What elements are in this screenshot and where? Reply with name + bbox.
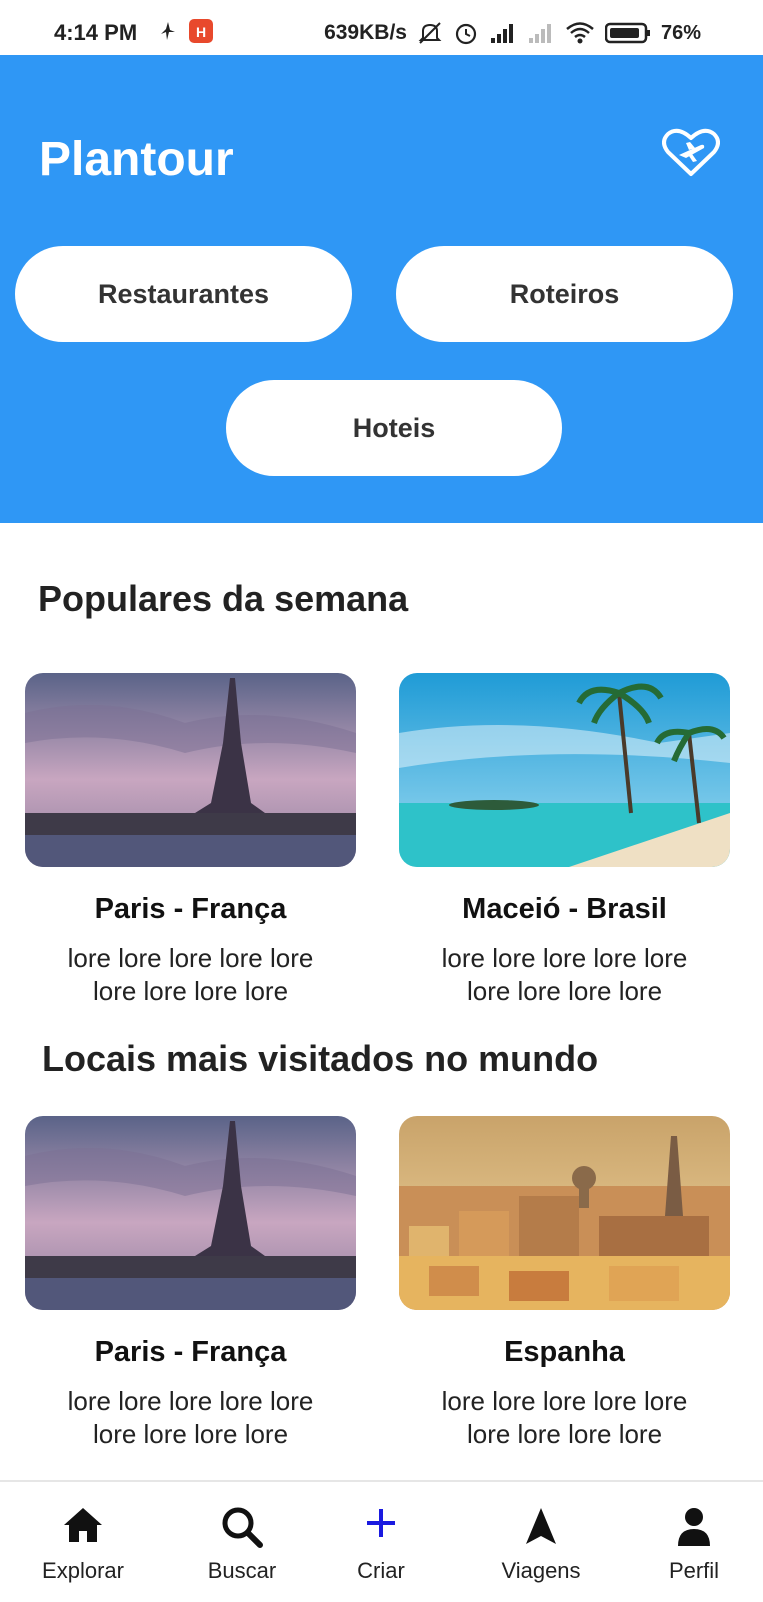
category-restaurantes-button[interactable]: Restaurantes (15, 246, 352, 342)
status-time: 4:14 PM (54, 20, 138, 45)
nav-perfil[interactable]: Perfil (629, 1482, 759, 1602)
category-hoteis-button[interactable]: Hoteis (226, 380, 562, 476)
nav-label: Explorar (42, 1558, 124, 1583)
place-description: lore lore lore lore lore lore lore lore … (441, 1386, 688, 1449)
place-card[interactable]: Espanha lore lore lore lore lore lore lo… (399, 1116, 730, 1451)
place-title: Paris - França (94, 893, 287, 925)
mute-icon (418, 22, 442, 44)
battery-icon (604, 22, 650, 44)
header: Plantour Restaurantes Roteiros Hoteis (0, 55, 763, 523)
spanish-city-photo (399, 1116, 730, 1310)
navigation-arrow-icon (526, 1508, 556, 1544)
nav-label: Buscar (207, 1558, 277, 1583)
nav-label: Viagens (501, 1558, 581, 1583)
place-title: Maceió - Brasil (462, 893, 667, 925)
nav-buscar[interactable]: Buscar (177, 1482, 307, 1602)
svg-text:H: H (196, 24, 206, 40)
place-card[interactable]: Paris - França lore lore lore lore lore … (25, 673, 356, 1008)
bird-notification-icon (161, 22, 175, 40)
nav-criar[interactable]: Criar (316, 1482, 446, 1602)
search-icon (222, 1507, 263, 1548)
category-roteiros-button[interactable]: Roteiros (396, 246, 733, 342)
nav-viagens[interactable]: Viagens (476, 1482, 606, 1602)
home-icon (64, 1508, 102, 1542)
most-visited-section-title: Locais mais visitados no mundo (42, 1038, 599, 1079)
place-description: lore lore lore lore lore lore lore lore … (67, 1386, 314, 1449)
place-card[interactable]: Paris - França lore lore lore lore lore … (25, 1116, 356, 1451)
network-speed: 639KB/s (324, 21, 407, 44)
plus-icon (367, 1509, 395, 1537)
signal-empty-icon (528, 24, 551, 43)
beach-palm-photo (399, 673, 730, 867)
alarm-icon (455, 23, 477, 45)
place-title: Paris - França (94, 1336, 287, 1368)
place-title: Espanha (504, 1336, 625, 1368)
popular-section-title: Populares da semana (38, 578, 409, 619)
app-notification-icon: H (189, 19, 213, 43)
signal-icon (490, 24, 513, 43)
eiffel-tower-photo (25, 673, 356, 867)
person-icon (678, 1508, 710, 1546)
place-description: lore lore lore lore lore lore lore lore … (441, 943, 688, 1006)
battery-level: 76% (660, 21, 701, 44)
bottom-navigation: Explorar Buscar Criar Viagens Perfil (0, 1480, 763, 1602)
nav-explorar[interactable]: Explorar (18, 1482, 148, 1602)
wifi-icon (566, 22, 594, 44)
nav-label: Perfil (668, 1558, 720, 1583)
status-bar: 4:14 PM H 639KB/s 76% (0, 0, 763, 55)
heart-plane-icon[interactable] (662, 128, 720, 178)
eiffel-tower-photo (25, 1116, 356, 1310)
app-title: Plantour (39, 133, 234, 186)
nav-label: Criar (357, 1558, 405, 1583)
place-card[interactable]: Maceió - Brasil lore lore lore lore lore… (399, 673, 730, 1008)
place-description: lore lore lore lore lore lore lore lore … (67, 943, 314, 1006)
